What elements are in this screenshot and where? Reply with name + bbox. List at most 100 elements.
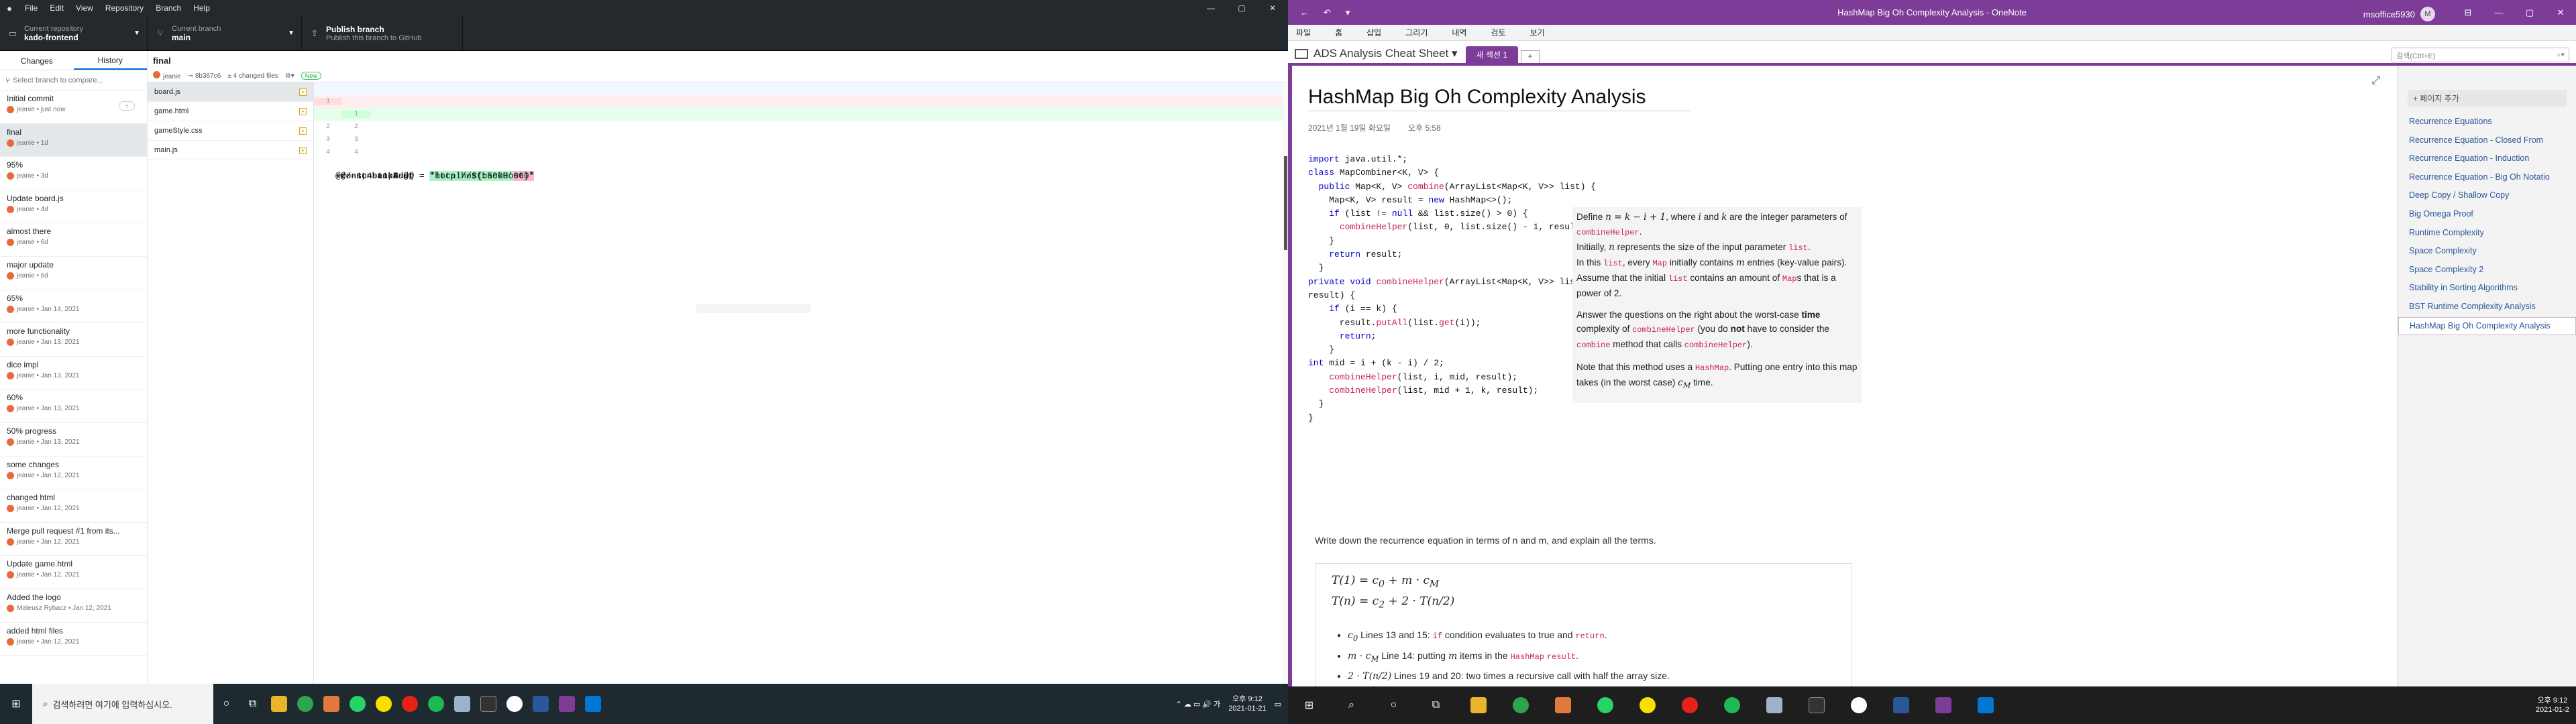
vscode-icon[interactable] (1964, 686, 2006, 724)
page-item[interactable]: Deep Copy / Shallow Copy (2398, 187, 2576, 206)
commit-item[interactable]: Update board.js jeanie • 4d (0, 190, 147, 224)
page-item[interactable]: Recurrence Equation - Induction (2398, 150, 2576, 169)
onenote-icon[interactable] (553, 684, 580, 724)
scrollbar[interactable] (1283, 82, 1288, 684)
menu-repository[interactable]: Repository (99, 3, 150, 13)
minimize-button[interactable]: — (2483, 0, 2514, 25)
commit-item[interactable]: Merge pull request #1 from its... jeanie … (0, 523, 147, 556)
maximize-button[interactable]: ▢ (2514, 0, 2545, 25)
clock[interactable]: 오후 9:12 2021-01-21 (1228, 695, 1266, 713)
commit-item[interactable]: Initial commit jeanie • just now ↑ (0, 90, 147, 124)
commit-item[interactable]: added html files jeanie • Jan 12, 2021 (0, 623, 147, 656)
kakaotalk-icon[interactable] (370, 684, 396, 724)
clock[interactable]: 오후 9:12 2021-01-2 (2536, 696, 2569, 715)
close-button[interactable]: ✕ (1257, 3, 1288, 13)
current-repository-button[interactable]: ▭ Current repository kado-frontend ▼ (0, 16, 148, 50)
menu-view[interactable]: View (70, 3, 99, 13)
onenote-icon[interactable] (1922, 686, 1964, 724)
whatsapp-icon[interactable] (344, 684, 370, 724)
commit-item[interactable]: almost there jeanie • 6d (0, 223, 147, 257)
maximize-button[interactable]: ▢ (1226, 3, 1257, 13)
cortana-icon[interactable]: ○ (213, 684, 239, 724)
page-item[interactable]: Stability in Sorting Algorithms (2398, 280, 2576, 298)
page-item[interactable]: HashMap Big Oh Complexity Analysis (2398, 316, 2576, 336)
menu-file[interactable]: File (19, 3, 44, 13)
cortana-icon[interactable]: ○ (1373, 686, 1415, 724)
obs-icon[interactable] (1837, 686, 1880, 724)
youtube-icon[interactable] (1668, 686, 1711, 724)
question-text[interactable]: Write down the recurrence equation in te… (1315, 535, 1656, 546)
task-view-icon[interactable]: ⧉ (239, 684, 266, 724)
ribbon-tab-insert[interactable]: 삽입 (1366, 27, 1381, 38)
back-icon[interactable]: ← (1300, 7, 1309, 18)
commit-item[interactable]: dice impl jeanie • Jan 13, 2021 (0, 357, 147, 390)
taskbar-search[interactable]: ⌕ 검색하려면 여기에 입력하십시오. (32, 684, 213, 724)
minimize-button[interactable]: — (1195, 3, 1226, 13)
branch-compare-input[interactable] (13, 76, 134, 84)
diff-view[interactable]: @@ -1,4 +1,4 @@ 1-const backHost = '192.… (314, 82, 1288, 684)
spotify-icon[interactable] (1711, 686, 1753, 724)
ribbon-tab-history[interactable]: 내역 (1452, 27, 1466, 38)
ribbon-tab-file[interactable]: 파일 (1296, 27, 1311, 38)
word-icon[interactable] (527, 684, 553, 724)
ribbon-tab-review[interactable]: 검토 (1491, 27, 1505, 38)
note-box[interactable]: Define n = k − i + 1, where i and k are … (1572, 207, 1862, 403)
kakaotalk-icon[interactable] (1626, 686, 1668, 724)
menu-help[interactable]: Help (187, 3, 216, 13)
ribbon-tab-view[interactable]: 보기 (1530, 27, 1545, 38)
file-item[interactable]: board.js • (148, 82, 313, 102)
tab-changes[interactable]: Changes (0, 52, 74, 70)
gear-icon[interactable]: ⚙▾ (285, 72, 294, 80)
expand-icon[interactable]: ⤢ (2371, 75, 2380, 87)
current-branch-button[interactable]: ⑂ Current branch main ▼ (148, 16, 302, 50)
task-view-icon[interactable]: ⧉ (1415, 686, 1457, 724)
search-box[interactable]: 검색(Ctrl+E) ⌕▾ (2392, 48, 2569, 62)
chrome-icon[interactable] (292, 684, 318, 724)
commit-item[interactable]: major update jeanie • 6d (0, 257, 147, 290)
spotify-icon[interactable] (423, 684, 449, 724)
commit-item[interactable]: 65% jeanie • Jan 14, 2021 (0, 290, 147, 324)
notification-icon[interactable]: ▭ (1275, 700, 1281, 709)
commit-item[interactable]: 95% jeanie • 3d (0, 157, 147, 190)
page-title[interactable]: HashMap Big Oh Complexity Analysis (1308, 86, 1690, 111)
user-account[interactable]: msoffice5930 M (2363, 7, 2435, 21)
file-item[interactable]: gameStyle.css • (148, 121, 313, 141)
app-icon[interactable] (318, 684, 344, 724)
commit-item[interactable]: Added the logo Mateusz Rybacz • Jan 12, 2… (0, 589, 147, 623)
add-section-button[interactable]: + (1521, 50, 1540, 63)
chrome-icon[interactable] (1499, 686, 1542, 724)
commit-item[interactable]: some changes jeanie • Jan 12, 2021 (0, 457, 147, 490)
page-item[interactable]: Recurrence Equations (2398, 113, 2576, 132)
terminal-icon[interactable] (475, 684, 501, 724)
page-item[interactable]: Recurrence Equation - Big Oh Notatio (2398, 169, 2576, 188)
commit-item[interactable]: more functionality jeanie • Jan 13, 2021 (0, 323, 147, 357)
ribbon-tab-home[interactable]: 홈 (1335, 27, 1342, 38)
whatsapp-icon[interactable] (1584, 686, 1626, 724)
undo-icon[interactable]: ↶ (1324, 7, 1331, 18)
page-item[interactable]: Runtime Complexity (2398, 225, 2576, 243)
add-page-button[interactable]: + 페이지 추가 (2408, 90, 2567, 107)
tab-history[interactable]: History (73, 52, 147, 70)
page-item[interactable]: Recurrence Equation - Closed From (2398, 132, 2576, 151)
app-icon[interactable] (1753, 686, 1795, 724)
explorer-icon[interactable] (1457, 686, 1499, 724)
commit-item[interactable]: final jeanie • 1d (0, 123, 147, 158)
file-item[interactable]: game.html • (148, 102, 313, 121)
start-button[interactable]: ⊞ (0, 684, 32, 724)
scrollbar-thumb[interactable] (1284, 156, 1287, 250)
commit-item[interactable]: changed html jeanie • Jan 12, 2021 (0, 489, 147, 523)
terminal-icon[interactable] (1795, 686, 1837, 724)
page-canvas[interactable]: ⤢ HashMap Big Oh Complexity Analysis 202… (1288, 66, 2398, 717)
commit-item[interactable]: 60% jeanie • Jan 13, 2021 (0, 389, 147, 423)
page-item[interactable]: BST Runtime Complexity Analysis (2398, 298, 2576, 317)
page-item[interactable]: Space Complexity (2398, 243, 2576, 261)
obs-icon[interactable] (501, 684, 527, 724)
page-item[interactable]: Space Complexity 2 (2398, 261, 2576, 280)
search-icon[interactable]: ⌕ (1330, 686, 1373, 724)
quick-access-icon[interactable]: ▾ (1346, 7, 1350, 18)
tray-icons[interactable]: ⌃ ☁ ▭ 🔊 가 (1176, 699, 1221, 709)
ribbon-tab-draw[interactable]: 그리기 (1405, 27, 1428, 38)
explorer-icon[interactable] (266, 684, 292, 724)
publish-branch-button[interactable]: ⇪ Publish branch Publish this branch to G… (302, 16, 463, 50)
word-icon[interactable] (1880, 686, 1922, 724)
